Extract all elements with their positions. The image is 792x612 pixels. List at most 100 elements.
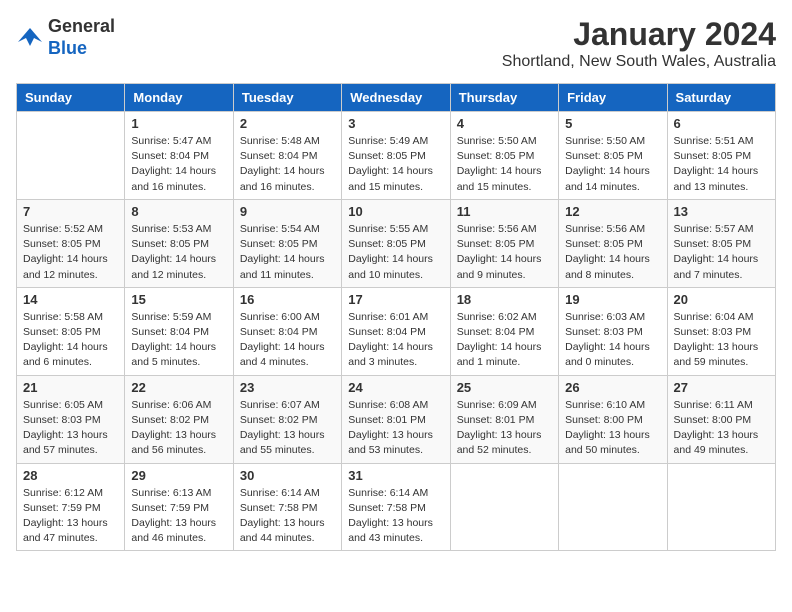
calendar-cell: 5 Sunrise: 5:50 AMSunset: 8:05 PMDaylight…	[559, 112, 667, 200]
day-number: 24	[348, 380, 443, 395]
day-info: Sunrise: 6:04 AMSunset: 8:03 PMDaylight:…	[674, 310, 769, 371]
day-header-friday: Friday	[559, 84, 667, 112]
logo-blue-text: Blue	[48, 38, 115, 60]
day-number: 25	[457, 380, 552, 395]
day-header-sunday: Sunday	[17, 84, 125, 112]
day-info: Sunrise: 6:12 AMSunset: 7:59 PMDaylight:…	[23, 486, 118, 547]
calendar-cell	[17, 112, 125, 200]
day-info: Sunrise: 5:50 AMSunset: 8:05 PMDaylight:…	[457, 134, 552, 195]
day-info: Sunrise: 6:13 AMSunset: 7:59 PMDaylight:…	[131, 486, 226, 547]
calendar-cell: 15Sunrise: 5:59 AMSunset: 8:04 PMDayligh…	[125, 287, 233, 375]
calendar-table: SundayMondayTuesdayWednesdayThursdayFrid…	[16, 83, 776, 551]
day-number: 10	[348, 204, 443, 219]
calendar-cell: 10 Sunrise: 5:55 AMSunset: 8:05 PMDayligh…	[342, 199, 450, 287]
calendar-cell: 24 Sunrise: 6:08 AMSunset: 8:01 PMDayligh…	[342, 375, 450, 463]
day-number: 20	[674, 292, 769, 307]
day-number: 13	[674, 204, 769, 219]
calendar-subtitle: Shortland, New South Wales, Australia	[502, 53, 776, 71]
day-number: 16	[240, 292, 335, 307]
calendar-cell: 28 Sunrise: 6:12 AMSunset: 7:59 PMDayligh…	[17, 463, 125, 551]
day-number: 11	[457, 204, 552, 219]
calendar-cell: 20 Sunrise: 6:04 AMSunset: 8:03 PMDayligh…	[667, 287, 775, 375]
day-info: Sunrise: 5:55 AMSunset: 8:05 PMDaylight:…	[348, 222, 443, 283]
day-info: Sunrise: 5:52 AMSunset: 8:05 PMDaylight:…	[23, 222, 118, 283]
day-info: Sunrise: 5:47 AMSunset: 8:04 PMDaylight:…	[131, 134, 226, 195]
calendar-week-row: 28 Sunrise: 6:12 AMSunset: 7:59 PMDayligh…	[17, 463, 776, 551]
day-number: 21	[23, 380, 118, 395]
calendar-cell: 18Sunrise: 6:02 AMSunset: 8:04 PMDayligh…	[450, 287, 558, 375]
calendar-cell: 13 Sunrise: 5:57 AMSunset: 8:05 PMDayligh…	[667, 199, 775, 287]
day-header-monday: Monday	[125, 84, 233, 112]
logo-general-text: General	[48, 16, 115, 38]
day-number: 19	[565, 292, 660, 307]
day-info: Sunrise: 5:57 AMSunset: 8:05 PMDaylight:…	[674, 222, 769, 283]
calendar-cell: 14 Sunrise: 5:58 AMSunset: 8:05 PMDayligh…	[17, 287, 125, 375]
calendar-cell: 7 Sunrise: 5:52 AMSunset: 8:05 PMDaylight…	[17, 199, 125, 287]
calendar-cell: 9 Sunrise: 5:54 AMSunset: 8:05 PMDaylight…	[233, 199, 341, 287]
day-info: Sunrise: 5:56 AMSunset: 8:05 PMDaylight:…	[457, 222, 552, 283]
calendar-cell: 26 Sunrise: 6:10 AMSunset: 8:00 PMDayligh…	[559, 375, 667, 463]
day-number: 1	[131, 116, 226, 131]
day-info: Sunrise: 6:00 AMSunset: 8:04 PMDaylight:…	[240, 310, 335, 371]
day-info: Sunrise: 6:05 AMSunset: 8:03 PMDaylight:…	[23, 398, 118, 459]
calendar-cell: 31 Sunrise: 6:14 AMSunset: 7:58 PMDayligh…	[342, 463, 450, 551]
day-number: 18	[457, 292, 552, 307]
calendar-cell: 2 Sunrise: 5:48 AMSunset: 8:04 PMDaylight…	[233, 112, 341, 200]
day-info: Sunrise: 6:14 AMSunset: 7:58 PMDaylight:…	[240, 486, 335, 547]
day-info: Sunrise: 6:10 AMSunset: 8:00 PMDaylight:…	[565, 398, 660, 459]
calendar-cell	[667, 463, 775, 551]
day-info: Sunrise: 5:48 AMSunset: 8:04 PMDaylight:…	[240, 134, 335, 195]
day-info: Sunrise: 5:54 AMSunset: 8:05 PMDaylight:…	[240, 222, 335, 283]
calendar-week-row: 7 Sunrise: 5:52 AMSunset: 8:05 PMDaylight…	[17, 199, 776, 287]
day-info: Sunrise: 5:53 AMSunset: 8:05 PMDaylight:…	[131, 222, 226, 283]
calendar-cell: 16 Sunrise: 6:00 AMSunset: 8:04 PMDayligh…	[233, 287, 341, 375]
day-number: 31	[348, 468, 443, 483]
day-header-thursday: Thursday	[450, 84, 558, 112]
calendar-cell: 22 Sunrise: 6:06 AMSunset: 8:02 PMDayligh…	[125, 375, 233, 463]
day-info: Sunrise: 6:07 AMSunset: 8:02 PMDaylight:…	[240, 398, 335, 459]
day-info: Sunrise: 5:51 AMSunset: 8:05 PMDaylight:…	[674, 134, 769, 195]
day-number: 6	[674, 116, 769, 131]
day-number: 3	[348, 116, 443, 131]
logo: General Blue	[16, 16, 115, 59]
day-number: 29	[131, 468, 226, 483]
day-number: 26	[565, 380, 660, 395]
calendar-cell: 23 Sunrise: 6:07 AMSunset: 8:02 PMDayligh…	[233, 375, 341, 463]
calendar-cell: 21 Sunrise: 6:05 AMSunset: 8:03 PMDayligh…	[17, 375, 125, 463]
day-info: Sunrise: 6:14 AMSunset: 7:58 PMDaylight:…	[348, 486, 443, 547]
day-header-saturday: Saturday	[667, 84, 775, 112]
calendar-cell: 29 Sunrise: 6:13 AMSunset: 7:59 PMDayligh…	[125, 463, 233, 551]
calendar-title: January 2024	[502, 16, 776, 53]
calendar-cell: 1 Sunrise: 5:47 AMSunset: 8:04 PMDaylight…	[125, 112, 233, 200]
calendar-week-row: 21 Sunrise: 6:05 AMSunset: 8:03 PMDayligh…	[17, 375, 776, 463]
day-info: Sunrise: 6:06 AMSunset: 8:02 PMDaylight:…	[131, 398, 226, 459]
day-header-wednesday: Wednesday	[342, 84, 450, 112]
day-info: Sunrise: 6:11 AMSunset: 8:00 PMDaylight:…	[674, 398, 769, 459]
day-info: Sunrise: 5:50 AMSunset: 8:05 PMDaylight:…	[565, 134, 660, 195]
day-info: Sunrise: 5:58 AMSunset: 8:05 PMDaylight:…	[23, 310, 118, 371]
day-number: 22	[131, 380, 226, 395]
day-number: 2	[240, 116, 335, 131]
day-info: Sunrise: 6:09 AMSunset: 8:01 PMDaylight:…	[457, 398, 552, 459]
day-info: Sunrise: 5:56 AMSunset: 8:05 PMDaylight:…	[565, 222, 660, 283]
day-info: Sunrise: 5:59 AMSunset: 8:04 PMDaylight:…	[131, 310, 226, 371]
day-number: 28	[23, 468, 118, 483]
day-number: 23	[240, 380, 335, 395]
day-number: 30	[240, 468, 335, 483]
calendar-cell: 19Sunrise: 6:03 AMSunset: 8:03 PMDayligh…	[559, 287, 667, 375]
day-info: Sunrise: 6:01 AMSunset: 8:04 PMDaylight:…	[348, 310, 443, 371]
calendar-cell: 11 Sunrise: 5:56 AMSunset: 8:05 PMDayligh…	[450, 199, 558, 287]
calendar-week-row: 14 Sunrise: 5:58 AMSunset: 8:05 PMDayligh…	[17, 287, 776, 375]
calendar-cell: 3Sunrise: 5:49 AMSunset: 8:05 PMDaylight…	[342, 112, 450, 200]
calendar-week-row: 1 Sunrise: 5:47 AMSunset: 8:04 PMDaylight…	[17, 112, 776, 200]
day-number: 4	[457, 116, 552, 131]
day-number: 9	[240, 204, 335, 219]
day-number: 5	[565, 116, 660, 131]
day-info: Sunrise: 6:08 AMSunset: 8:01 PMDaylight:…	[348, 398, 443, 459]
calendar-cell	[559, 463, 667, 551]
day-number: 14	[23, 292, 118, 307]
day-number: 7	[23, 204, 118, 219]
page-header: General Blue January 2024 Shortland, New…	[16, 16, 776, 71]
day-number: 27	[674, 380, 769, 395]
calendar-header: SundayMondayTuesdayWednesdayThursdayFrid…	[17, 84, 776, 112]
